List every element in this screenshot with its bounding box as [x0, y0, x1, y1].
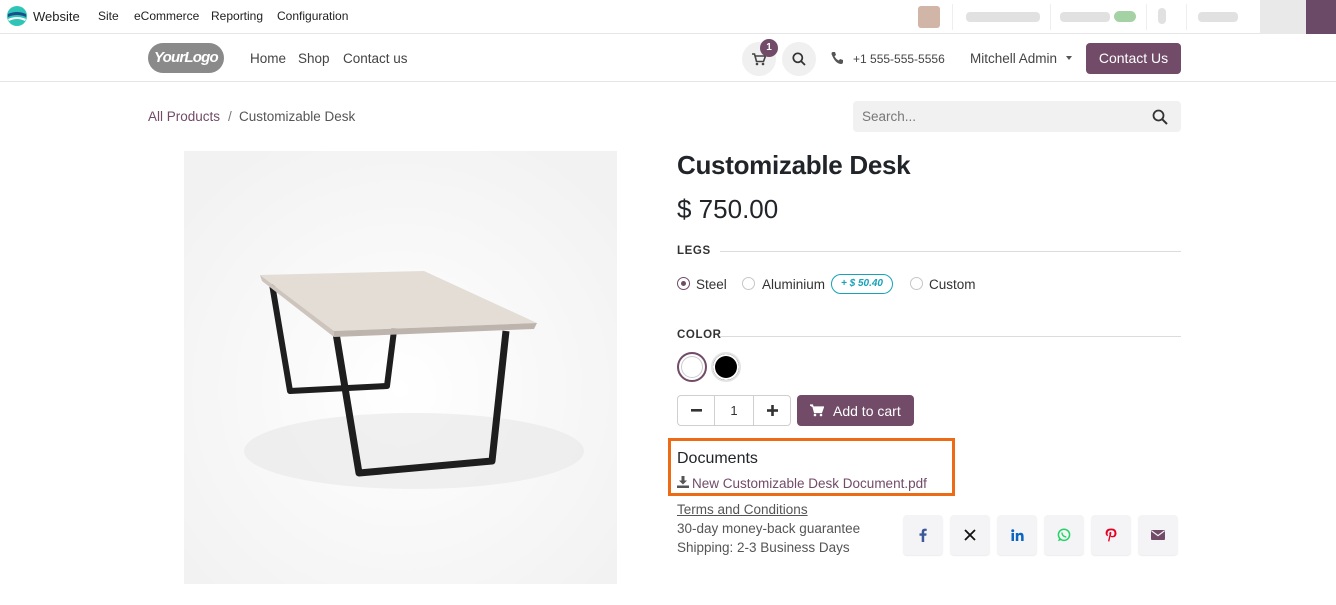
document-download-link[interactable]: New Customizable Desk Document.pdf — [692, 476, 927, 491]
color-swatch-white[interactable] — [677, 352, 707, 382]
share-facebook-button[interactable] — [903, 515, 943, 555]
phone-number[interactable]: +1 555-555-5556 — [853, 52, 945, 66]
search-icon[interactable] — [1152, 109, 1168, 125]
breadcrumb-separator: / — [228, 109, 232, 124]
nav-shop[interactable]: Shop — [298, 51, 330, 66]
facebook-icon — [919, 528, 927, 542]
legs-custom-radio[interactable] — [910, 277, 923, 290]
desk-image — [184, 151, 617, 584]
share-linkedin-button[interactable] — [997, 515, 1037, 555]
menu-site[interactable]: Site — [98, 9, 119, 23]
quantity-stepper — [677, 395, 791, 426]
envelope-icon — [1151, 530, 1165, 540]
minus-icon — [690, 409, 702, 412]
download-icon[interactable] — [677, 476, 689, 488]
blurred-edit-button[interactable] — [1260, 0, 1306, 34]
divider — [1146, 4, 1147, 30]
blurred-admin-controls — [914, 0, 1336, 34]
divider — [952, 4, 953, 30]
menu-ecommerce[interactable]: eCommerce — [134, 9, 199, 23]
share-x-button[interactable] — [950, 515, 990, 555]
quantity-increase-button[interactable] — [754, 396, 790, 425]
add-to-cart-label: Add to cart — [833, 403, 901, 419]
legs-aluminium-radio[interactable] — [742, 277, 755, 290]
product-image[interactable] — [184, 151, 617, 584]
blurred-mobile-icon[interactable] — [1158, 8, 1166, 24]
legs-custom-label[interactable]: Custom — [929, 277, 976, 292]
quantity-input[interactable] — [714, 396, 754, 425]
blurred-publish-toggle[interactable] — [1114, 11, 1136, 22]
avatar[interactable] — [918, 6, 940, 28]
blurred-website-switcher[interactable] — [966, 12, 1040, 22]
user-menu[interactable]: Mitchell Admin — [970, 51, 1057, 66]
legs-heading: LEGS — [677, 245, 711, 257]
nav-home[interactable]: Home — [250, 51, 286, 66]
breadcrumb-current: Customizable Desk — [239, 109, 356, 124]
search-input[interactable] — [853, 101, 1143, 132]
shipping-text: Shipping: 2-3 Business Days — [677, 540, 850, 555]
menu-configuration[interactable]: Configuration — [277, 9, 348, 23]
blurred-product-label[interactable] — [1198, 12, 1238, 22]
x-icon — [964, 529, 976, 541]
website-app-icon[interactable] — [6, 5, 28, 27]
site-logo-text[interactable]: YourLogo — [154, 49, 219, 66]
legs-steel-radio[interactable] — [677, 277, 690, 290]
contact-us-button[interactable]: Contact Us — [1086, 43, 1181, 74]
quantity-decrease-button[interactable] — [678, 396, 714, 425]
color-heading: COLOR — [677, 329, 722, 341]
phone-icon — [831, 52, 843, 64]
guarantee-text: 30-day money-back guarantee — [677, 521, 861, 536]
share-pinterest-button[interactable] — [1091, 515, 1131, 555]
blurred-new-button[interactable] — [1306, 0, 1336, 34]
documents-title: Documents — [677, 450, 758, 467]
app-name[interactable]: Website — [33, 9, 80, 24]
divider — [720, 251, 1181, 252]
add-to-cart-button[interactable]: Add to cart — [797, 395, 914, 426]
divider — [1186, 4, 1187, 30]
plus-icon — [766, 405, 778, 416]
cart-count-badge: 1 — [760, 39, 778, 57]
breadcrumb-all-products[interactable]: All Products — [148, 109, 220, 124]
share-whatsapp-button[interactable] — [1044, 515, 1084, 555]
share-email-button[interactable] — [1138, 515, 1178, 555]
product-title: Customizable Desk — [677, 150, 911, 180]
divider — [720, 336, 1181, 337]
legs-aluminium-label[interactable]: Aluminium — [762, 277, 825, 292]
header-search-button[interactable] — [782, 42, 816, 76]
whatsapp-icon — [1057, 528, 1071, 542]
cart-icon — [810, 404, 824, 417]
blurred-publish-label — [1060, 12, 1110, 22]
menu-reporting[interactable]: Reporting — [211, 9, 263, 23]
linkedin-icon — [1010, 529, 1024, 541]
search-icon — [792, 52, 806, 66]
legs-steel-label[interactable]: Steel — [696, 277, 727, 292]
extra-price-badge: + $ 50.40 — [831, 274, 893, 294]
divider — [1050, 4, 1051, 30]
product-price: $ 750.00 — [677, 194, 779, 224]
nav-contact-us[interactable]: Contact us — [343, 51, 408, 66]
website-header: YourLogo Home Shop Contact us 1 +1 555-5… — [0, 34, 1336, 82]
admin-top-bar: Website Site eCommerce Reporting Configu… — [0, 0, 1336, 34]
terms-and-conditions-link[interactable]: Terms and Conditions — [677, 502, 808, 517]
pinterest-icon — [1105, 528, 1117, 542]
chevron-down-icon[interactable] — [1066, 56, 1072, 60]
color-swatch-black[interactable] — [711, 352, 741, 382]
